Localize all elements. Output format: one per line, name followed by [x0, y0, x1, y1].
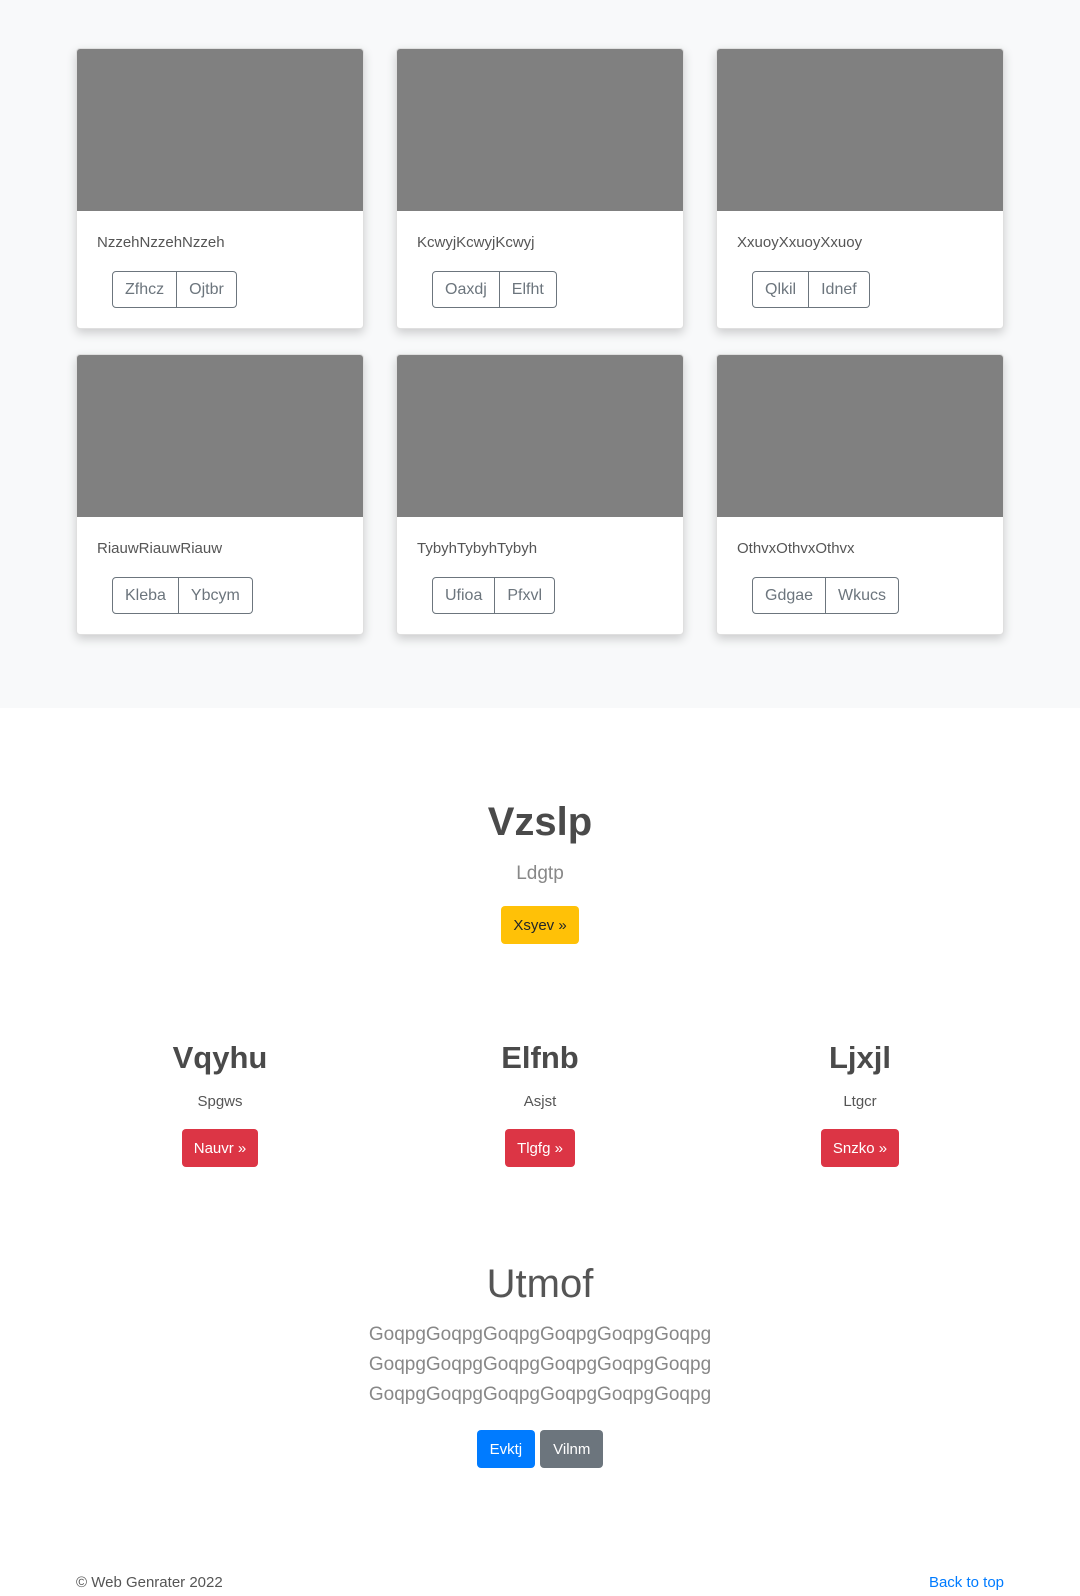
- card-button-group: Gdgae Wkucs: [752, 577, 900, 614]
- feature-column: Vqyhu Spgws Nauvr »: [70, 1040, 370, 1167]
- jumbotron-line: GoqpgGoqpgGoqpgGoqpgGoqpgGoqpg: [368, 1324, 712, 1345]
- jumbotron-lead: GoqpgGoqpgGoqpgGoqpgGoqpgGoqpg GoqpgGoqp…: [0, 1320, 1080, 1410]
- card-image-placeholder: [77, 49, 363, 211]
- card-text: KcwyjKcwyjKcwyj: [417, 234, 535, 251]
- feature-button[interactable]: Tlgfg »: [505, 1129, 575, 1167]
- card-text: NzzehNzzehNzzeh: [97, 234, 225, 251]
- hero-title: Vzslp: [487, 800, 593, 844]
- card-button[interactable]: Kleba: [112, 577, 179, 614]
- card: TybyhTybyhTybyh Ufioa Pfxvl: [396, 354, 684, 635]
- feature-button[interactable]: Nauvr »: [181, 1129, 259, 1167]
- card: OthvxOthvxOthvx Gdgae Wkucs: [716, 354, 1004, 635]
- feature-subtitle: Spgws: [197, 1093, 243, 1110]
- back-to-top-link[interactable]: Back to top: [929, 1574, 1004, 1591]
- card-button[interactable]: Oaxdj: [432, 271, 500, 308]
- hero-subtitle: Ldgtp: [516, 863, 564, 884]
- card-button[interactable]: Wkucs: [826, 577, 900, 614]
- feature-title: Elfnb: [501, 1040, 579, 1075]
- jumbotron-line: GoqpgGoqpgGoqpgGoqpgGoqpgGoqpg: [368, 1354, 712, 1375]
- feature-button[interactable]: Snzko »: [820, 1129, 900, 1167]
- card-button[interactable]: Pfxvl: [495, 577, 556, 614]
- feature-column: Ljxjl Ltgcr Snzko »: [710, 1040, 1010, 1167]
- jumbotron-line: GoqpgGoqpgGoqpgGoqpgGoqpgGoqpg: [368, 1384, 712, 1405]
- card: NzzehNzzehNzzeh Zfhcz Ojtbr: [76, 48, 364, 329]
- card-image-placeholder: [717, 49, 1003, 211]
- card-button[interactable]: Ufioa: [432, 577, 496, 614]
- feature-subtitle: Asjst: [523, 1093, 557, 1110]
- card-button[interactable]: Idnef: [809, 271, 870, 308]
- feature-column: Elfnb Asjst Tlgfg »: [390, 1040, 690, 1167]
- card-button-group: Qlkil Idnef: [752, 271, 870, 308]
- card-image-placeholder: [77, 355, 363, 517]
- feature-subtitle: Ltgcr: [843, 1093, 877, 1110]
- card-button[interactable]: Qlkil: [752, 271, 810, 308]
- feature-title: Vqyhu: [172, 1040, 268, 1075]
- feature-title: Ljxjl: [828, 1040, 891, 1075]
- jumbotron-buttons: Evktj Vilnm: [0, 1430, 1080, 1468]
- card-text: XxuoyXxuoyXxuoy: [737, 234, 863, 251]
- card-text: TybyhTybyhTybyh: [417, 540, 538, 557]
- hero-button[interactable]: Xsyev »: [501, 906, 579, 944]
- card: KcwyjKcwyjKcwyj Oaxdj Elfht: [396, 48, 684, 329]
- card: RiauwRiauwRiauw Kleba Ybcym: [76, 354, 364, 635]
- card-button-group: Kleba Ybcym: [112, 577, 253, 614]
- card-image-placeholder: [397, 49, 683, 211]
- card-button[interactable]: Ojtbr: [177, 271, 237, 308]
- card-button-group: Zfhcz Ojtbr: [112, 271, 237, 308]
- album-section: NzzehNzzehNzzeh Zfhcz Ojtbr KcwyjKcwyjKc…: [0, 0, 1080, 708]
- card-button-group: Oaxdj Elfht: [432, 271, 557, 308]
- card-button-group: Ufioa Pfxvl: [432, 577, 556, 614]
- jumbotron-title: Utmof: [486, 1262, 594, 1306]
- card-button[interactable]: Elfht: [499, 271, 557, 308]
- card-image-placeholder: [397, 355, 683, 517]
- card-text: RiauwRiauwRiauw: [97, 540, 223, 557]
- card: XxuoyXxuoyXxuoy Qlkil Idnef: [716, 48, 1004, 329]
- card-text: OthvxOthvxOthvx: [737, 540, 855, 557]
- primary-button[interactable]: Evktj: [476, 1430, 536, 1468]
- footer-copyright: © Web Genrater 2022: [76, 1574, 223, 1591]
- secondary-button[interactable]: Vilnm: [540, 1430, 604, 1468]
- card-button[interactable]: Gdgae: [752, 577, 827, 614]
- card-button[interactable]: Ybcym: [178, 577, 253, 614]
- card-button[interactable]: Zfhcz: [112, 271, 178, 308]
- card-image-placeholder: [717, 355, 1003, 517]
